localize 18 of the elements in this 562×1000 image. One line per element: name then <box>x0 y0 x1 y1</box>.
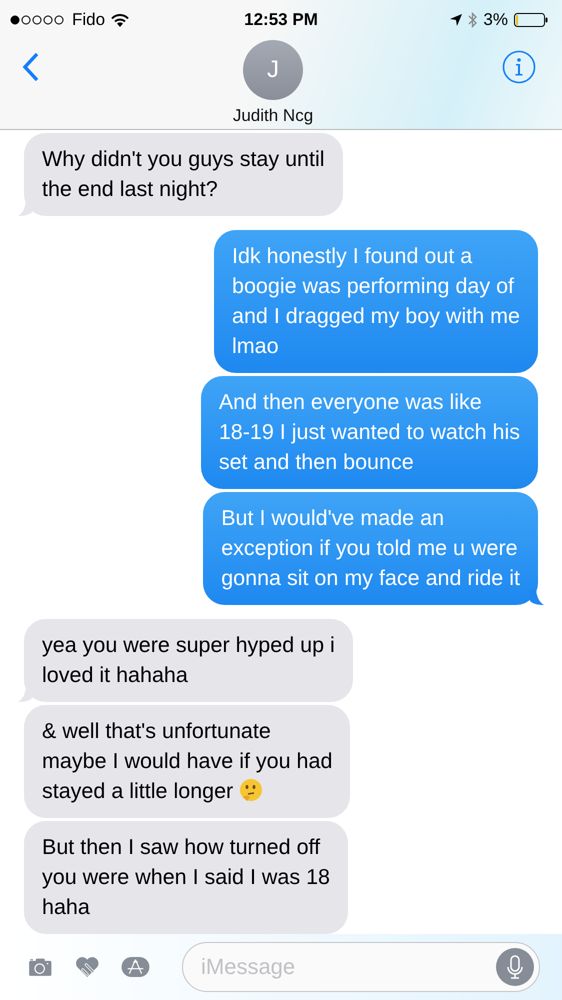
info-icon[interactable] <box>502 50 536 84</box>
bubble-tail-icon <box>18 686 32 702</box>
battery-icon <box>514 13 548 27</box>
thinking-face-icon <box>239 778 264 802</box>
contact-name: Judith Ncg <box>232 106 314 126</box>
signal-icon <box>10 15 66 25</box>
contact-avatar[interactable]: J <box>242 40 303 100</box>
wifi-icon <box>111 14 130 26</box>
back-chevron-icon <box>22 52 40 82</box>
location-arrow-icon <box>450 14 462 26</box>
bluetooth-icon <box>468 12 478 28</box>
status-time: 12:53 PM <box>244 10 318 30</box>
microphone-icon[interactable] <box>496 948 534 986</box>
battery-percent: 3% <box>483 10 508 30</box>
bubble-tail-icon <box>530 589 544 605</box>
carrier-name: Fido <box>72 10 106 30</box>
message-input-field[interactable]: iMessage <box>182 942 540 992</box>
bubble-tail-icon <box>18 200 32 216</box>
